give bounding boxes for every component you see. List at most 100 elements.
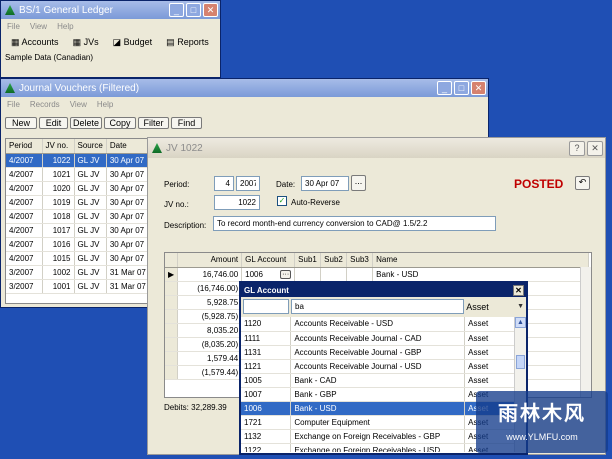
- gl-account-row[interactable]: 1121 Accounts Receivable Journal - USD Ass…: [241, 359, 515, 374]
- description-field[interactable]: [213, 216, 496, 231]
- chart-icon: ◪: [112, 37, 122, 47]
- jvlist-row[interactable]: 4/2007 1018 GL JV 30 Apr 07: [6, 209, 150, 224]
- menu-file[interactable]: File: [7, 100, 20, 109]
- row-selector[interactable]: [165, 309, 179, 324]
- sub-cell[interactable]: [346, 267, 374, 282]
- jv-titlebar[interactable]: JV 1022 ? ✕: [148, 138, 605, 158]
- amount-cell[interactable]: (5,928.75): [177, 309, 243, 324]
- amount-cell[interactable]: (1,579.44): [177, 365, 243, 380]
- amount-cell[interactable]: (16,746.00): [177, 281, 243, 296]
- row-selector[interactable]: [165, 365, 179, 380]
- gl-account-row[interactable]: 1007Bank - GBPAsset: [241, 387, 515, 402]
- help-icon[interactable]: ?: [569, 140, 585, 156]
- find-button[interactable]: Find: [171, 117, 202, 129]
- row-selector[interactable]: [165, 337, 179, 352]
- jv-lines-scrollbar[interactable]: [580, 267, 591, 397]
- jvlist-row[interactable]: 4/2007 1019 GL JV 30 Apr 07: [6, 195, 150, 210]
- jvlist-row[interactable]: 4/2007 1017 GL JV 30 Apr 07: [6, 223, 150, 238]
- jvlist-cell: GL JV: [74, 195, 107, 210]
- accounts-button[interactable]: ▦ Accounts: [11, 37, 59, 48]
- jvlist-row[interactable]: 4/2007 1015 GL JV 30 Apr 07: [6, 251, 150, 266]
- col-period[interactable]: Period: [6, 139, 43, 154]
- menu-view[interactable]: View: [30, 22, 47, 31]
- menu-file[interactable]: File: [7, 22, 20, 31]
- jvlist-row[interactable]: 3/2007 1001 GL JV 31 Mar 07: [6, 279, 150, 294]
- jv-line-row[interactable]: ▶ 16,746.00 1006 ··· Bank - USD: [165, 267, 589, 282]
- gl-status: Sample Data (Canadian): [5, 53, 94, 62]
- period-year-field[interactable]: [236, 176, 260, 191]
- col-name[interactable]: Name: [372, 253, 589, 268]
- jvlist-cell: 4/2007: [6, 223, 43, 238]
- undo-icon[interactable]: ↶: [575, 176, 590, 190]
- col-gl-account[interactable]: GL Account: [241, 253, 296, 268]
- gl-account-row[interactable]: 1120 Accounts Receivable - USD Asset: [241, 317, 515, 332]
- sub-cell[interactable]: [294, 267, 322, 282]
- amount-cell[interactable]: (8,035.20): [177, 337, 243, 352]
- date-picker-button[interactable]: ...: [351, 175, 366, 191]
- row-selector[interactable]: [165, 351, 179, 366]
- col-source[interactable]: Source: [74, 139, 107, 154]
- type-filter-select[interactable]: Asset ▼: [466, 299, 524, 314]
- gl-account-row[interactable]: 1122 Exchange on Foreign Receivables - US…: [241, 443, 515, 452]
- amount-cell[interactable]: 8,035.20: [177, 323, 243, 338]
- scroll-thumb[interactable]: [516, 355, 525, 369]
- account-search-input[interactable]: [291, 299, 465, 314]
- jvlist-cell: 3/2007: [6, 279, 43, 294]
- jvlist-row[interactable]: 4/2007 1022 GL JV 30 Apr 07: [6, 153, 150, 168]
- menu-help[interactable]: Help: [57, 22, 73, 31]
- jvlist-titlebar[interactable]: Journal Vouchers (Filtered) _ □ ✕: [1, 79, 488, 97]
- gl-titlebar[interactable]: BS/1 General Ledger _ □ ✕: [1, 1, 220, 19]
- gl-account-row[interactable]: 1131 Accounts Receivable Journal - GBP Ass…: [241, 345, 515, 360]
- maximize-icon[interactable]: □: [454, 81, 469, 95]
- date-field[interactable]: [301, 176, 349, 191]
- col-sub3[interactable]: Sub3: [346, 253, 374, 268]
- maximize-icon[interactable]: □: [186, 3, 201, 17]
- jvlist-row[interactable]: 4/2007 1021 GL JV 30 Apr 07: [6, 167, 150, 182]
- scroll-up-icon[interactable]: ▲: [515, 317, 526, 328]
- col-date[interactable]: Date: [106, 139, 150, 154]
- amount-cell[interactable]: 5,928.75: [177, 295, 243, 310]
- amount-cell[interactable]: 16,746.00: [177, 267, 243, 282]
- gl-account-row[interactable]: 1721Computer EquipmentAsset: [241, 415, 515, 430]
- filter-button[interactable]: Filter: [138, 117, 169, 129]
- menu-help[interactable]: Help: [97, 100, 113, 109]
- menu-records[interactable]: Records: [30, 100, 60, 109]
- gl-account-row[interactable]: 1005 Bank - CAD Asset: [241, 373, 515, 388]
- delete-button[interactable]: Delete: [70, 117, 102, 129]
- minimize-icon[interactable]: _: [169, 3, 184, 17]
- period-number-field[interactable]: [214, 176, 234, 191]
- col-amount[interactable]: Amount: [177, 253, 243, 268]
- current-row-arrow-icon[interactable]: ▶: [165, 267, 179, 282]
- jvlist-row[interactable]: 4/2007 1020 GL JV 30 Apr 07: [6, 181, 150, 196]
- row-selector[interactable]: [165, 295, 179, 310]
- close-icon[interactable]: ✕: [513, 284, 524, 296]
- minimize-icon[interactable]: _: [437, 81, 452, 95]
- gl-account-row[interactable]: 1111 Accounts Receivable Journal - CAD Ass…: [241, 331, 515, 346]
- reports-button[interactable]: ▤ Reports: [166, 37, 209, 48]
- budget-button[interactable]: ◪ Budget: [113, 37, 153, 48]
- menu-view[interactable]: View: [70, 100, 87, 109]
- amount-cell[interactable]: 1,579.44: [177, 351, 243, 366]
- close-icon[interactable]: ✕: [587, 140, 603, 156]
- gl-account-cell[interactable]: 1006 ···: [241, 267, 296, 282]
- close-icon[interactable]: ✕: [203, 3, 218, 17]
- jvlist-row[interactable]: 4/2007 1016 GL JV 30 Apr 07: [6, 237, 150, 252]
- jvno-field[interactable]: [214, 195, 260, 210]
- jvs-button[interactable]: ▦ JVs: [73, 37, 99, 48]
- copy-button[interactable]: Copy: [104, 117, 136, 129]
- account-code-filter[interactable]: [243, 299, 289, 314]
- account-lookup-button[interactable]: ···: [280, 269, 292, 279]
- gl-account-row[interactable]: 1132 Exchange on Foreign Receivables - GB…: [241, 429, 515, 444]
- col-jvno[interactable]: JV no.: [42, 139, 75, 154]
- row-selector[interactable]: [165, 323, 179, 338]
- close-icon[interactable]: ✕: [471, 81, 486, 95]
- gl-account-row[interactable]: 1006Bank - USDAsset: [241, 401, 515, 416]
- edit-button[interactable]: Edit: [39, 117, 68, 129]
- new-button[interactable]: New: [5, 117, 37, 129]
- row-selector[interactable]: [165, 281, 179, 296]
- sub-cell[interactable]: [320, 267, 348, 282]
- auto-reverse-checkbox[interactable]: ✓: [277, 196, 287, 206]
- col-sub1[interactable]: Sub1: [294, 253, 322, 268]
- col-sub2[interactable]: Sub2: [320, 253, 348, 268]
- jvlist-row[interactable]: 3/2007 1002 GL JV 31 Mar 07: [6, 265, 150, 280]
